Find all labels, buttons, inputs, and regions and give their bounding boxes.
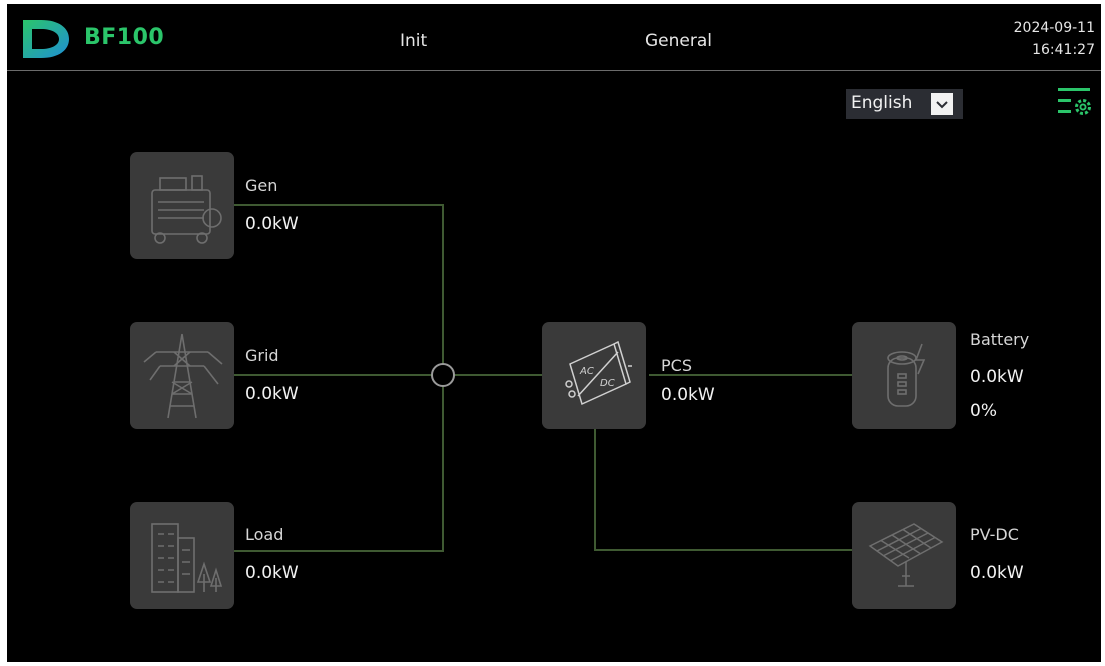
battery-icon	[887, 343, 926, 407]
svg-text:AC: AC	[579, 366, 594, 377]
load-label: Load	[245, 525, 284, 544]
pvdc-tile[interactable]	[852, 502, 956, 609]
battery-label: Battery	[970, 330, 1030, 349]
gen-label: Gen	[245, 176, 278, 195]
battery-soc: 0%	[970, 401, 997, 421]
battery-tile[interactable]	[852, 322, 956, 429]
pcs-tile[interactable]: AC DC	[542, 322, 646, 429]
battery-power: 0.0kW	[970, 367, 1024, 387]
generator-icon	[151, 175, 222, 244]
gen-power: 0.0kW	[245, 214, 299, 234]
building-icon	[151, 523, 223, 593]
pvdc-power: 0.0kW	[970, 563, 1024, 583]
solar-panel-icon	[868, 523, 944, 587]
app-screen: BF100 Init General 2024-09-11 16:41:27 E…	[7, 4, 1101, 662]
inverter-ac-dc-icon: AC DC	[565, 340, 632, 406]
gen-tile[interactable]	[130, 152, 234, 259]
grid-tile[interactable]	[130, 322, 234, 429]
grid-power: 0.0kW	[245, 384, 299, 404]
pcs-label: PCS	[661, 356, 692, 375]
pcs-power: 0.0kW	[661, 385, 715, 405]
grid-label: Grid	[245, 346, 279, 365]
bus-junction-node	[431, 363, 455, 387]
load-tile[interactable]	[130, 502, 234, 609]
svg-text:DC: DC	[600, 378, 615, 389]
load-power: 0.0kW	[245, 563, 299, 583]
pvdc-label: PV-DC	[970, 525, 1019, 544]
transmission-tower-icon	[143, 333, 223, 419]
